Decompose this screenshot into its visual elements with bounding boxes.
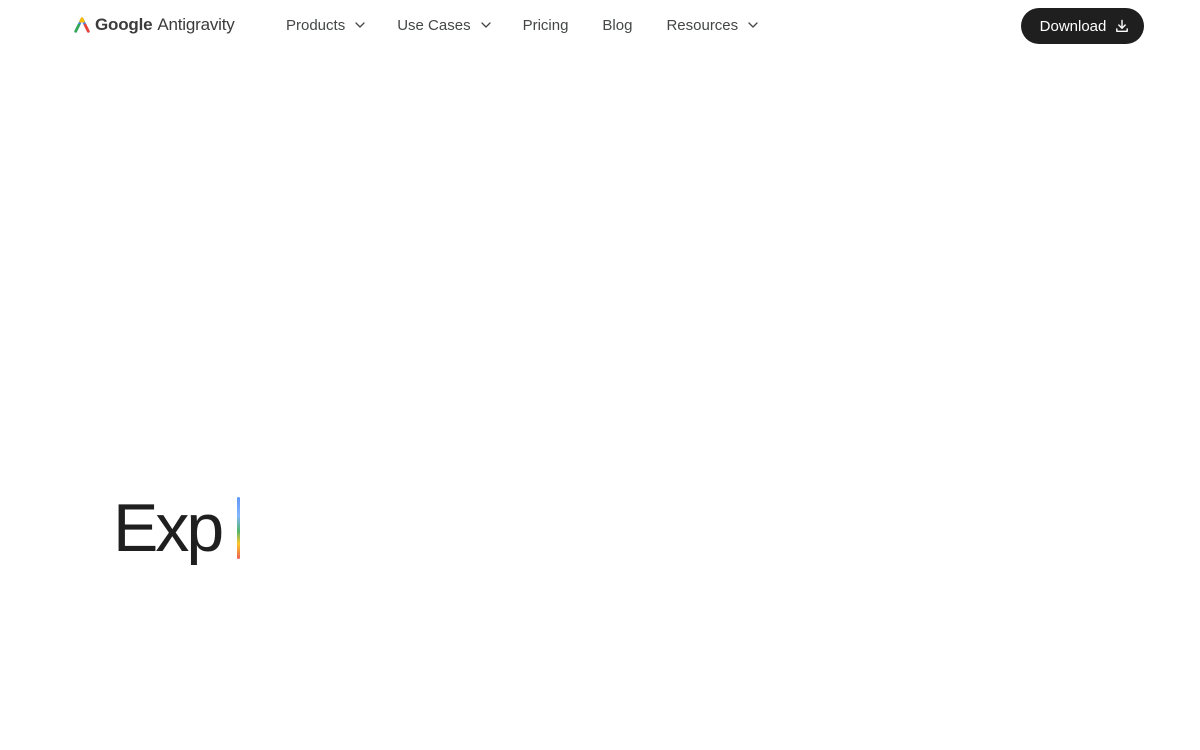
logo-product-text: Antigravity xyxy=(157,15,235,34)
nav-pricing-label: Pricing xyxy=(522,16,569,34)
antigravity-logo-icon xyxy=(74,17,90,33)
page: Google Antigravity Products Use Cases Pr… xyxy=(0,0,1200,750)
nav-blog[interactable]: Blog xyxy=(602,17,632,34)
typing-caret xyxy=(237,497,241,559)
site-header: Google Antigravity Products Use Cases Pr… xyxy=(0,0,1200,52)
hero-typed-text: Exp xyxy=(113,490,224,566)
logo-google-text: Google xyxy=(95,15,153,34)
nav-products[interactable]: Products xyxy=(286,17,366,34)
hero-section: Exp xyxy=(113,490,241,566)
chevron-down-icon xyxy=(480,22,491,28)
nav-resources-label: Resources xyxy=(666,16,739,34)
download-button-label: Download xyxy=(1039,17,1107,35)
chevron-down-icon xyxy=(355,22,365,28)
main-nav: Products Use Cases Pricing Blog Resource… xyxy=(286,14,759,36)
nav-blog-label: Blog xyxy=(602,16,633,34)
nav-pricing[interactable]: Pricing xyxy=(523,17,569,34)
download-icon xyxy=(1116,19,1129,32)
nav-use-cases[interactable]: Use Cases xyxy=(397,17,491,34)
nav-use-cases-label: Use Cases xyxy=(397,16,471,34)
site-logo[interactable]: Google Antigravity xyxy=(73,14,235,36)
nav-resources[interactable]: Resources xyxy=(666,17,759,34)
download-button[interactable]: Download xyxy=(1021,8,1144,44)
chevron-down-icon xyxy=(748,22,758,28)
nav-products-label: Products xyxy=(286,16,346,34)
